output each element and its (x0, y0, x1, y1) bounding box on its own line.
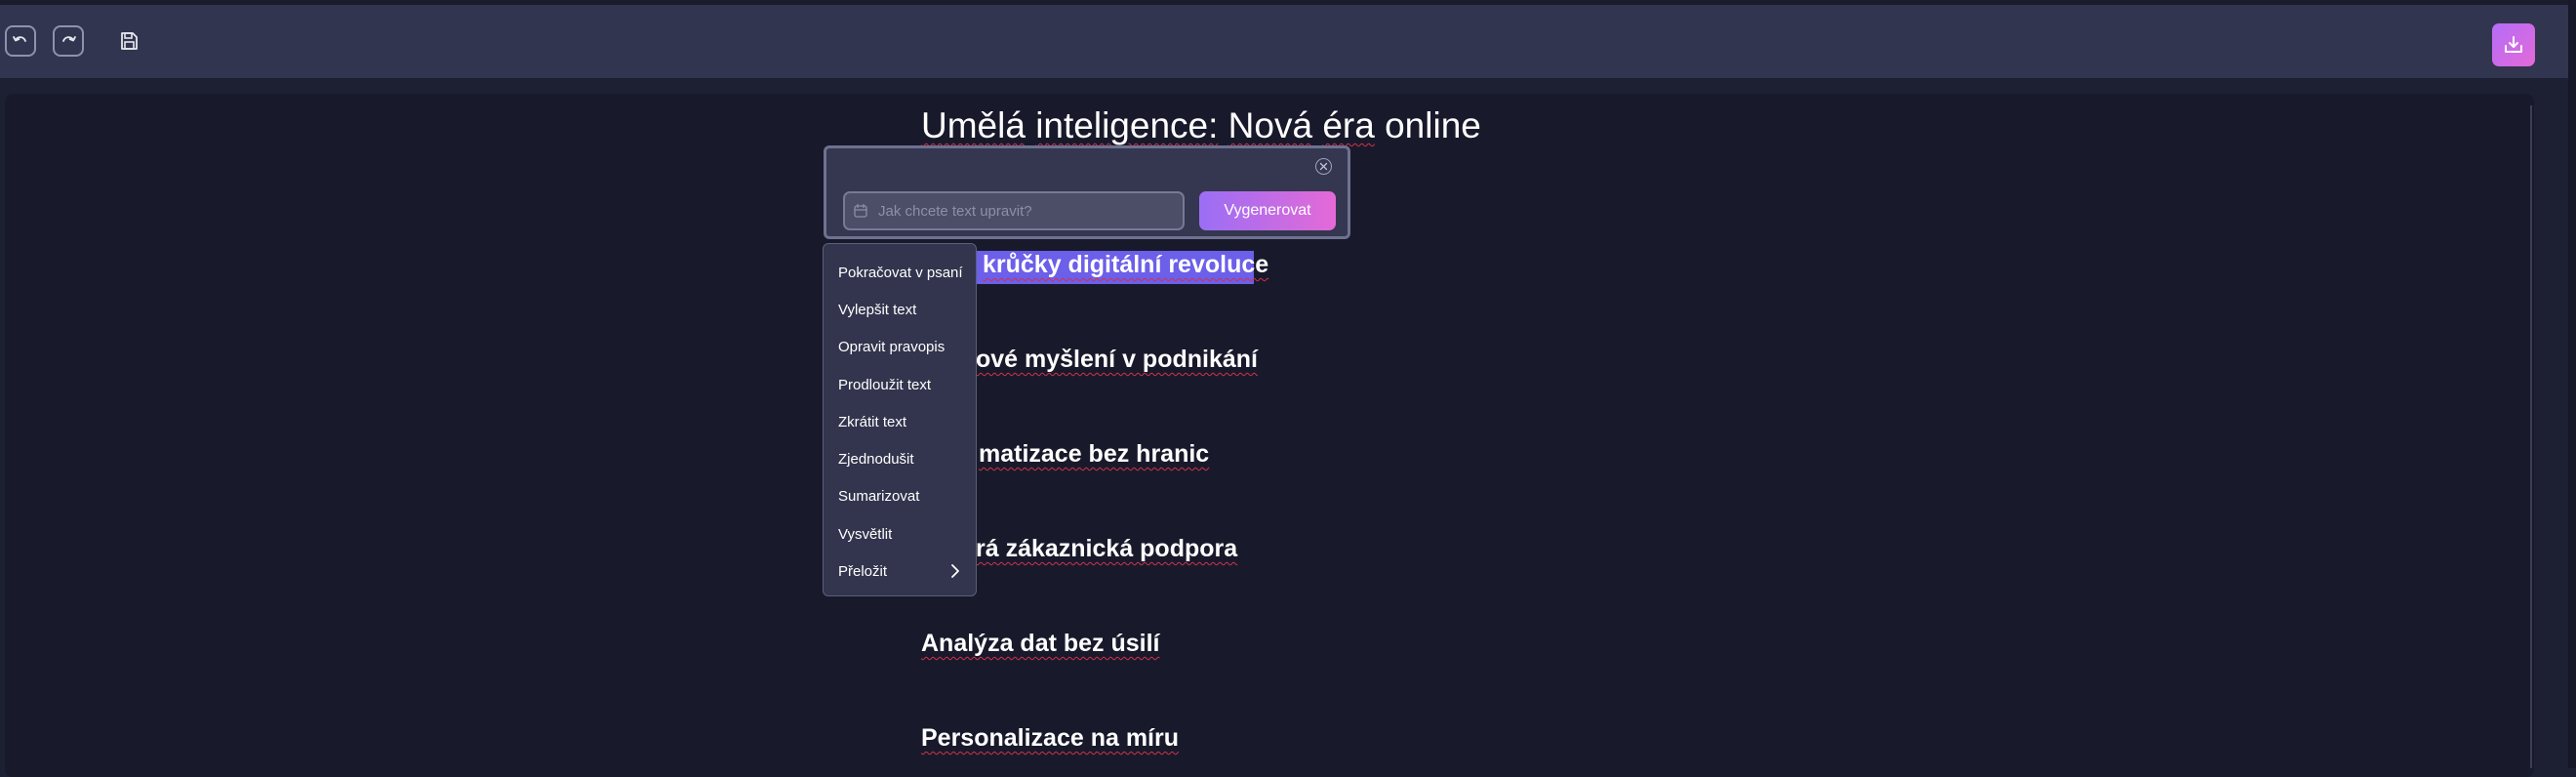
heading-text: rá zákaznická podpora (976, 535, 1238, 562)
redo-icon (62, 36, 76, 42)
heading-text: krůčky digitální revoluce (983, 251, 1269, 278)
editor-scrollbar[interactable] (2530, 105, 2532, 768)
redo-button[interactable] (53, 25, 84, 57)
menu-item-shorten-text[interactable]: Zkrátit text (824, 403, 976, 440)
save-icon (121, 32, 138, 50)
heading[interactable]: Personalizace na míru (921, 724, 1179, 753)
undo-button[interactable] (5, 25, 36, 57)
ai-prompt-input[interactable] (876, 201, 1173, 221)
close-popup-button[interactable] (1315, 158, 1332, 175)
menu-item-translate[interactable]: Přeložit (824, 552, 976, 590)
title-word: inteligence: (1035, 105, 1219, 145)
chevron-right-icon (951, 564, 959, 579)
menu-item-lengthen-text[interactable]: Prodloužit text (824, 366, 976, 403)
menu-item-explain[interactable]: Vysvětlit (824, 515, 976, 552)
close-icon (1319, 162, 1328, 171)
download-icon (2505, 36, 2522, 53)
heading-text: ové myšlení v podnikání (976, 346, 1258, 373)
title-word: online (1385, 105, 1481, 145)
heading[interactable]: rá zákaznická podpora (976, 535, 1237, 563)
ai-edit-popup: Vygenerovat (824, 145, 1350, 239)
generate-button[interactable]: Vygenerovat (1199, 191, 1336, 230)
ai-prompt-field[interactable] (843, 191, 1185, 230)
export-button[interactable] (2492, 23, 2535, 66)
window-right-edge (2568, 0, 2576, 768)
ai-actions-menu: Pokračovat v psaní Vylepšit text Opravit… (823, 243, 977, 596)
save-button[interactable] (113, 25, 144, 57)
heading-text: Analýza dat bez úsilí (921, 630, 1160, 657)
heading-text: matizace bez hranic (979, 440, 1210, 468)
title-word: Umělá (921, 105, 1026, 145)
heading[interactable]: ové myšlení v podnikání (976, 346, 1258, 374)
document-title[interactable]: Umělá inteligence: Nová éra online (921, 105, 1481, 146)
toolbar (0, 5, 2568, 78)
menu-item-fix-spelling[interactable]: Opravit pravopis (824, 329, 976, 366)
menu-item-simplify[interactable]: Zjednodušit (824, 440, 976, 477)
heading-text: Personalizace na míru (921, 724, 1180, 752)
title-word: Nová (1228, 105, 1313, 145)
undo-icon (13, 36, 26, 42)
heading[interactable]: Analýza dat bez úsilí (921, 630, 1160, 658)
menu-item-improve-text[interactable]: Vylepšit text (824, 291, 976, 328)
menu-item-summarize[interactable]: Sumarizovat (824, 478, 976, 515)
sparkle-icon (854, 203, 867, 218)
menu-item-continue-writing[interactable]: Pokračovat v psaní (824, 254, 976, 291)
menu-item-label: Přeložit (838, 563, 888, 581)
heading[interactable]: matizace bez hranic (979, 440, 1209, 469)
title-word: éra (1322, 105, 1375, 145)
heading-selected[interactable]: krůčky digitální revoluce (983, 251, 1268, 279)
